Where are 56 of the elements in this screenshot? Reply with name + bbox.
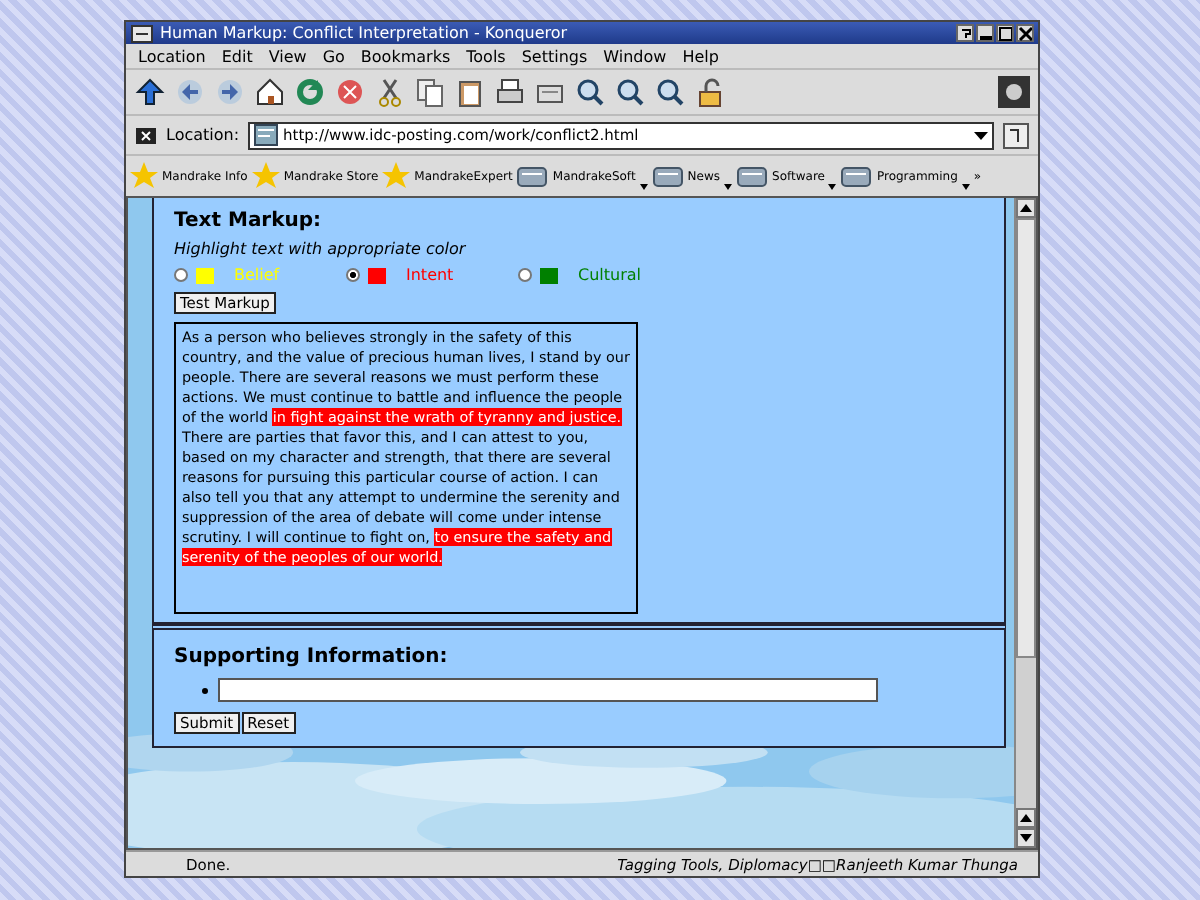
maximize-icon	[998, 25, 1012, 41]
scroll-thumb[interactable]	[1016, 218, 1036, 658]
stop-icon[interactable]	[334, 76, 366, 108]
copy-icon[interactable]	[414, 76, 446, 108]
close-icon	[1018, 25, 1032, 41]
option-label: Cultural	[578, 266, 641, 284]
help-button[interactable]	[956, 24, 974, 42]
radio-button[interactable]	[518, 268, 532, 282]
menu-item[interactable]: Help	[682, 47, 719, 65]
page-icon	[253, 124, 278, 146]
radio-button[interactable]	[346, 268, 360, 282]
star-icon	[382, 162, 411, 190]
zoom-in-icon[interactable]	[614, 76, 646, 108]
scroll-down-icon[interactable]	[1016, 828, 1036, 848]
clear-location-icon[interactable]	[134, 123, 158, 147]
go-icon[interactable]	[1002, 121, 1030, 149]
zoom-out-icon[interactable]	[654, 76, 686, 108]
section-heading: Text Markup:	[174, 210, 324, 232]
scroll-up-icon[interactable]	[1016, 808, 1036, 828]
menu-item[interactable]: View	[268, 47, 307, 65]
menu-item[interactable]: Go	[322, 47, 345, 65]
zoom-icon[interactable]	[574, 76, 606, 108]
menu-item[interactable]: Tools	[466, 47, 506, 65]
folder-icon	[840, 162, 873, 190]
help-icon	[958, 25, 972, 41]
up-arrow-icon[interactable]	[134, 76, 166, 108]
folder-icon	[736, 162, 769, 190]
close-button[interactable]	[1016, 24, 1034, 42]
scroll-up-icon[interactable]	[1016, 198, 1036, 218]
option-label: Intent	[406, 266, 454, 284]
padlock-icon[interactable]	[694, 76, 726, 108]
menu-item[interactable]: Window	[603, 47, 667, 65]
paste-icon[interactable]	[454, 76, 486, 108]
window-title: Human Markup: Conflict Interpretation - Konqueror	[160, 24, 570, 42]
home-icon[interactable]	[254, 76, 286, 108]
menu-item[interactable]: Bookmarks	[360, 47, 451, 65]
folder-icon	[651, 162, 684, 190]
input-field[interactable]	[218, 678, 878, 702]
vertical-scrollbar[interactable]	[1014, 198, 1036, 848]
section-heading: Supporting Information:	[174, 646, 450, 668]
menu-item[interactable]: Location	[138, 47, 206, 65]
dropdown-arrow-icon[interactable]	[974, 129, 988, 141]
minimize-button[interactable]	[976, 24, 994, 42]
folder-icon	[516, 162, 549, 190]
location-label: Location:	[166, 126, 240, 144]
menu-item[interactable]: Settings	[521, 47, 588, 65]
print-icon[interactable]	[494, 76, 526, 108]
radio-button[interactable]	[174, 268, 188, 282]
star-icon	[251, 162, 280, 190]
menu-item[interactable]: Edit	[221, 47, 253, 65]
star-icon	[130, 162, 158, 190]
scissors-icon[interactable]	[374, 76, 406, 108]
option-label: Belief	[234, 266, 280, 284]
bullet-icon	[202, 687, 208, 693]
instruction-text: Highlight text with appropriate color	[174, 240, 468, 258]
maximize-button[interactable]	[996, 24, 1014, 42]
